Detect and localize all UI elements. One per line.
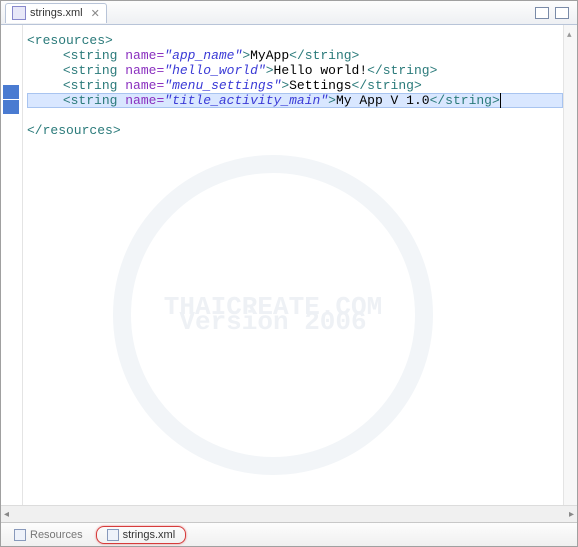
close-icon[interactable]: ✕ xyxy=(91,7,100,20)
tag-open: <resources> xyxy=(27,33,113,48)
tab-bar: strings.xml ✕ xyxy=(1,1,577,25)
tag-close: </resources> xyxy=(27,123,121,138)
code-line: <resources> xyxy=(27,33,563,48)
watermark-line1: THAICREATE.COM xyxy=(164,300,382,315)
minimize-view-icon[interactable] xyxy=(535,7,549,19)
xml-file-icon xyxy=(12,6,26,20)
resources-icon xyxy=(14,529,26,541)
watermark: THAICREATE.COM Version 2006 xyxy=(113,155,433,475)
code-line: <string name="hello_world">Hello world!<… xyxy=(27,63,563,78)
horizontal-scrollbar[interactable]: ◂ ▸ xyxy=(1,505,577,522)
code-line xyxy=(27,108,563,123)
code-line: </resources> xyxy=(27,123,563,138)
bottom-tab-strings[interactable]: strings.xml xyxy=(96,526,187,544)
tabbar-controls xyxy=(535,7,573,19)
tab-title: strings.xml xyxy=(30,7,83,19)
file-tab[interactable]: strings.xml ✕ xyxy=(5,3,107,23)
code-line: <string name="app_name">MyApp</string> xyxy=(27,48,563,63)
code-line-current: <string name="title_activity_main">My Ap… xyxy=(27,93,563,108)
code-content[interactable]: <resources> <string name="app_name">MyAp… xyxy=(23,25,563,505)
editor-window: strings.xml ✕ <resources> <string name="… xyxy=(0,0,578,547)
scroll-right-icon[interactable]: ▸ xyxy=(569,509,574,520)
overview-ruler[interactable]: ▴ xyxy=(563,25,577,505)
bottom-tab-label: strings.xml xyxy=(123,529,176,541)
scroll-left-icon[interactable]: ◂ xyxy=(4,509,9,520)
watermark-line2: Version 2006 xyxy=(179,315,366,330)
code-line: <string name="menu_settings">Settings</s… xyxy=(27,78,563,93)
change-marker-icon xyxy=(3,100,19,114)
gutter xyxy=(1,25,23,505)
change-marker-icon xyxy=(3,85,19,99)
maximize-view-icon[interactable] xyxy=(555,7,569,19)
overview-arrow-icon: ▴ xyxy=(567,29,572,40)
editor-area[interactable]: <resources> <string name="app_name">MyAp… xyxy=(1,25,577,505)
bottom-tab-resources[interactable]: Resources xyxy=(7,526,90,544)
bottom-tab-bar: Resources strings.xml xyxy=(1,522,577,546)
bottom-tab-label: Resources xyxy=(30,529,83,541)
xml-icon xyxy=(107,529,119,541)
